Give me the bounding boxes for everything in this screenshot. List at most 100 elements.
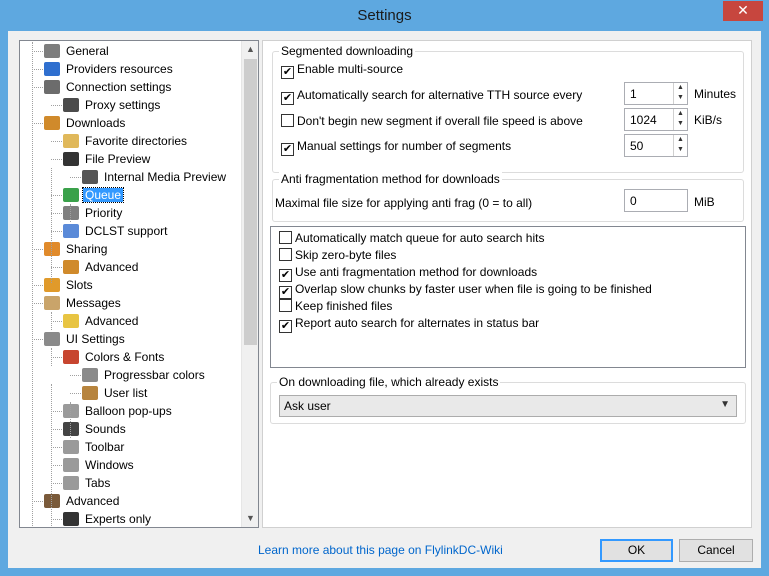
option-row[interactable]: Keep finished files xyxy=(279,298,392,314)
tree-connector xyxy=(32,123,43,124)
tree-connector xyxy=(51,429,62,430)
enable-multisource-checkbox[interactable]: ✔ xyxy=(281,66,294,79)
tree-item-providers-resources[interactable]: Providers resources xyxy=(44,60,175,78)
manual-segments-value[interactable]: 50 xyxy=(630,139,643,153)
balloon-icon xyxy=(63,404,79,418)
spin-up-icon[interactable]: ▲ xyxy=(674,83,687,93)
tree-guide xyxy=(51,384,52,527)
antifrag-size-input[interactable]: 0 xyxy=(624,189,688,212)
tree-connector xyxy=(32,249,43,250)
title-bar[interactable]: Settings ✕ xyxy=(0,0,769,31)
option-checkbox[interactable] xyxy=(279,299,292,312)
tree-item-queue[interactable]: Queue xyxy=(63,186,125,204)
ok-button[interactable]: OK xyxy=(600,539,673,562)
tree-item-sharing[interactable]: Sharing xyxy=(44,240,109,258)
dont-begin-value[interactable]: 1024 xyxy=(630,113,657,127)
tree-item-user-list[interactable]: User list xyxy=(82,384,149,402)
manual-segments-label: Manual settings for number of segments xyxy=(297,139,512,153)
progressbar-icon xyxy=(82,368,98,382)
enable-multisource-row[interactable]: ✔ Enable multi-source xyxy=(281,61,403,79)
tree-item-advanced[interactable]: Advanced xyxy=(63,312,140,330)
spin-up-icon[interactable]: ▲ xyxy=(674,109,687,119)
chevron-down-icon[interactable]: ▼ xyxy=(720,399,730,410)
tree-item-downloads[interactable]: Downloads xyxy=(44,114,127,132)
option-checkbox[interactable] xyxy=(279,248,292,261)
option-row[interactable]: ✔ Report auto search for alternates in st… xyxy=(279,315,539,333)
spin-down-icon[interactable]: ▼ xyxy=(674,93,687,103)
tree-item-proxy-settings[interactable]: Proxy settings xyxy=(63,96,162,114)
option-row[interactable]: Automatically match queue for auto searc… xyxy=(279,230,544,246)
tree-item-internal-media-preview[interactable]: Internal Media Preview xyxy=(82,168,228,186)
tree-item-label: Windows xyxy=(85,458,134,472)
tree-item-label: Progressbar colors xyxy=(104,368,205,382)
users-icon xyxy=(82,386,98,400)
tree-item-label: Advanced xyxy=(85,314,139,328)
tree-item-windows[interactable]: Windows xyxy=(63,456,136,474)
dclst-icon xyxy=(63,224,79,238)
auto-search-checkbox[interactable]: ✔ xyxy=(281,92,294,105)
tree-item-ui-settings[interactable]: UI Settings xyxy=(44,330,127,348)
tree-item-advanced[interactable]: Advanced xyxy=(44,492,121,510)
manual-segments-checkbox[interactable]: ✔ xyxy=(281,143,294,156)
segmented-group: Segmented downloading ✔ Enable multi-sour… xyxy=(272,44,744,173)
scroll-down-icon[interactable]: ▼ xyxy=(242,510,259,527)
auto-search-value[interactable]: 1 xyxy=(630,87,637,101)
speaker-icon xyxy=(63,422,79,436)
scroll-up-icon[interactable]: ▲ xyxy=(242,41,259,58)
auto-search-spinner[interactable]: 1 ▲ ▼ xyxy=(624,82,688,105)
option-row[interactable]: ✔ Use anti fragmentation method for downl… xyxy=(279,264,537,282)
dont-begin-row[interactable]: Don't begin new segment if overall file … xyxy=(281,113,583,129)
option-row[interactable]: Skip zero-byte files xyxy=(279,247,396,263)
dont-begin-checkbox[interactable] xyxy=(281,114,294,127)
manual-segments-row[interactable]: ✔ Manual settings for number of segments xyxy=(281,138,512,156)
option-row[interactable]: ✔ Overlap slow chunks by faster user when… xyxy=(279,281,652,299)
tree-item-general[interactable]: General xyxy=(44,42,111,60)
expert-icon xyxy=(63,512,79,526)
option-checkbox[interactable]: ✔ xyxy=(279,320,292,333)
scroll-thumb[interactable] xyxy=(244,59,257,345)
dont-begin-spin-buttons[interactable]: ▲ ▼ xyxy=(673,109,687,130)
auto-search-row[interactable]: ✔ Automatically search for alternative TT… xyxy=(281,87,582,105)
tree-item-toolbar[interactable]: Toolbar xyxy=(63,438,126,456)
cancel-button[interactable]: Cancel xyxy=(679,539,753,562)
options-list[interactable]: Automatically match queue for auto searc… xyxy=(270,226,746,368)
globe-icon xyxy=(44,62,60,76)
tree-connector xyxy=(51,213,62,214)
antifrag-label: Maximal file size for applying anti frag… xyxy=(275,196,533,210)
option-checkbox[interactable] xyxy=(279,231,292,244)
tree-item-messages[interactable]: Messages xyxy=(44,294,123,312)
tree-item-label: Favorite directories xyxy=(85,134,188,148)
tree-item-balloon-pop-ups[interactable]: Balloon pop-ups xyxy=(63,402,174,420)
auto-search-spin-buttons[interactable]: ▲ ▼ xyxy=(673,83,687,104)
tree-guide xyxy=(70,402,71,438)
spin-up-icon[interactable]: ▲ xyxy=(674,135,687,145)
tree-item-tabs[interactable]: Tabs xyxy=(63,474,112,492)
close-button[interactable]: ✕ xyxy=(723,1,763,21)
antifrag-size-value[interactable]: 0 xyxy=(630,194,637,208)
tree-item-connection-settings[interactable]: Connection settings xyxy=(44,78,173,96)
manual-segments-spin-buttons[interactable]: ▲ ▼ xyxy=(673,135,687,156)
existing-file-select[interactable]: Ask user ▼ xyxy=(279,395,737,417)
spin-down-icon[interactable]: ▼ xyxy=(674,119,687,129)
tree-item-file-preview[interactable]: File Preview xyxy=(63,150,152,168)
tree-item-dclst-support[interactable]: DCLST support xyxy=(63,222,169,240)
tree-scrollbar[interactable]: ▲ ▼ xyxy=(241,41,258,527)
dont-begin-spinner[interactable]: 1024 ▲ ▼ xyxy=(624,108,688,131)
tree-item-label: File Preview xyxy=(85,152,151,166)
settings-tree[interactable]: General Providers resources Connection set… xyxy=(19,40,259,528)
tree-item-experts-only[interactable]: Experts only xyxy=(63,510,153,527)
tree-item-colors-fonts[interactable]: Colors & Fonts xyxy=(63,348,166,366)
tree-item-advanced[interactable]: Advanced xyxy=(63,258,140,276)
manual-segments-spinner[interactable]: 50 ▲ ▼ xyxy=(624,134,688,157)
tree-connector xyxy=(51,267,62,268)
tree-item-progressbar-colors[interactable]: Progressbar colors xyxy=(82,366,207,384)
tree-item-priority[interactable]: Priority xyxy=(63,204,124,222)
option-label: Overlap slow chunks by faster user when … xyxy=(295,282,652,296)
tree-item-sounds[interactable]: Sounds xyxy=(63,420,128,438)
wiki-link[interactable]: Learn more about this page on FlylinkDC-… xyxy=(258,543,503,557)
toolbar-icon xyxy=(63,440,79,454)
existing-file-group-title: On downloading file, which already exist… xyxy=(277,375,501,389)
spin-down-icon[interactable]: ▼ xyxy=(674,145,687,155)
tree-item-favorite-directories[interactable]: Favorite directories xyxy=(63,132,189,150)
general-icon xyxy=(44,44,60,58)
